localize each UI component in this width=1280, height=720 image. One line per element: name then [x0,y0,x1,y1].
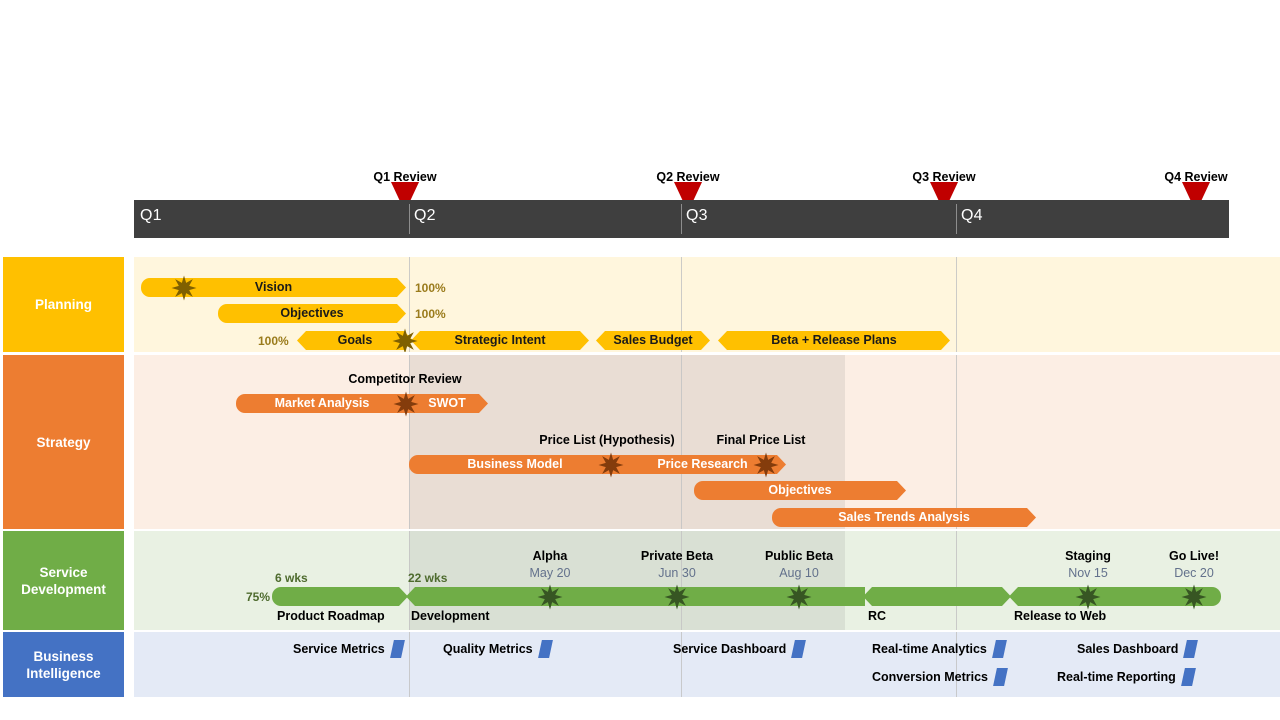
quarter-header-bar: Q1 Q2 Q3 Q4 [134,200,1229,238]
swimlane-label-text: Strategy [36,434,91,450]
milestone-star-icon[interactable] [1181,584,1207,610]
quarter-divider-tick [409,204,410,234]
bi-deliverable[interactable]: Conversion Metrics [872,668,1008,686]
quarter-label-q4: Q4 [961,207,983,224]
milestone-star-icon[interactable] [664,584,690,610]
progress-percent: 100% [258,334,289,348]
progress-percent: 100% [415,307,446,321]
milestone-star-icon[interactable] [753,452,779,478]
quarter-gridline [956,257,957,352]
task-bar[interactable]: Strategic Intent [411,331,589,350]
task-bar[interactable]: Sales Budget [596,331,710,350]
quarter-gridline [681,355,682,529]
bi-marker-icon [993,668,1008,686]
milestone-label: Price List (Hypothesis) [539,433,675,447]
task-bar[interactable]: Business Model [409,455,621,474]
milestone-date: Aug 10 [779,566,819,580]
bi-deliverable-label: Real-time Reporting [1057,670,1176,684]
milestone-date: Dec 20 [1174,566,1214,580]
milestone-label: Private Beta [640,549,714,563]
swimlane-label-text: Service Development [21,564,106,597]
task-bar-label: Release to Web [1014,609,1107,623]
bi-marker-icon [991,640,1007,658]
milestone-date: Nov 15 [1068,566,1108,580]
bi-deliverable[interactable]: Service Metrics [293,640,405,658]
bi-deliverable-label: Real-time Analytics [872,642,987,656]
swimlane-label-strategy[interactable]: Strategy [3,355,124,529]
milestone-label: Public Beta [764,549,834,563]
task-bar-label: Development [411,609,490,623]
bi-deliverable[interactable]: Real-time Reporting [1057,668,1196,686]
swimlane-label-text: Business Intelligence [26,648,101,681]
bi-deliverable[interactable]: Quality Metrics [443,640,553,658]
milestone-label: Alpha [532,549,568,563]
bi-deliverable-label: Quality Metrics [443,642,533,656]
quarter-label-q1: Q1 [140,207,162,224]
milestone-star-icon[interactable] [393,391,419,417]
milestone-date: May 20 [529,566,571,580]
task-bar-label: RC [868,609,887,623]
quarter-divider-tick [956,204,957,234]
swimlane-body: Market Analysis SWOT Business Model Price R… [134,355,1280,529]
bi-deliverable[interactable]: Sales Dashboard [1077,640,1199,658]
milestone-label: Final Price List [716,433,806,447]
quarter-label-q3: Q3 [686,207,708,224]
milestone-star-icon[interactable] [392,328,418,352]
milestone-star-icon[interactable] [786,584,812,610]
milestone-label: Go Live! [1168,549,1220,563]
task-bar[interactable]: Market Analysis [236,394,408,413]
duration-label: 6 wks [275,571,308,585]
swimlane-service-development: Service Development Product Roadmap Develo… [0,531,1280,630]
task-bar[interactable]: Objectives [218,304,406,323]
task-bar-label: Product Roadmap [277,609,385,623]
bi-deliverable-label: Sales Dashboard [1077,642,1179,656]
milestone-star-icon[interactable] [171,275,197,301]
progress-percent: 75% [246,590,271,604]
milestone-star-icon[interactable] [537,584,563,610]
milestone-label: Staging [1065,549,1111,563]
duration-label: 22 wks [408,571,448,585]
task-bar[interactable] [863,587,1011,606]
bi-deliverable[interactable]: Service Dashboard [673,640,807,658]
task-bar[interactable]: Objectives [694,481,906,500]
swimlane-strategy: Strategy Market Analysis SWOT Business Mode… [0,355,1280,529]
bi-deliverable[interactable]: Real-time Analytics [872,640,1007,658]
swimlane-label-service-development[interactable]: Service Development [3,531,124,630]
task-bar[interactable] [272,587,408,606]
quarter-gridline [681,531,682,630]
swimlane-body: Service Metrics Quality Metrics Service Da… [134,632,1280,697]
roadmap-canvas: Q1 Review Q2 Review Q3 Review Q4 Review Q1 Q… [0,0,1280,720]
bi-marker-icon [1180,668,1196,686]
swimlane-body: Product Roadmap Development RC Release to W… [134,531,1280,630]
milestone-date: Jun 30 [658,566,696,580]
milestone-label: Competitor Review [348,372,462,386]
task-bar[interactable]: Sales Trends Analysis [772,508,1036,527]
bi-deliverable-label: Conversion Metrics [872,670,989,684]
bi-marker-icon [791,640,807,658]
task-bar[interactable]: Beta + Release Plans [718,331,950,350]
swimlane-body: Vision Objectives Goals Strategic Intent Sal… [134,257,1280,352]
swimlane-label-text: Planning [35,297,92,312]
quarter-divider-tick [681,204,682,234]
quarter-gridline [956,531,957,630]
bi-marker-icon [537,640,553,658]
bi-marker-icon [1183,640,1199,658]
swimlane-business-intelligence: Business Intelligence Service Metrics Qual… [0,632,1280,697]
swimlane-planning: Planning Vision Objectives Goals Strategic I… [0,257,1280,352]
swimlane-label-planning[interactable]: Planning [3,257,124,352]
bi-deliverable-label: Service Metrics [293,642,385,656]
quarter-label-q2: Q2 [414,207,436,224]
quarter-gridline [956,355,957,529]
bi-deliverable-label: Service Dashboard [673,642,787,656]
bi-marker-icon [389,640,405,658]
quarter-gridline [409,632,410,697]
swimlane-label-business-intelligence[interactable]: Business Intelligence [3,632,124,697]
milestone-star-icon[interactable] [598,452,624,478]
progress-percent: 100% [415,281,446,295]
milestone-star-icon[interactable] [1075,584,1101,610]
